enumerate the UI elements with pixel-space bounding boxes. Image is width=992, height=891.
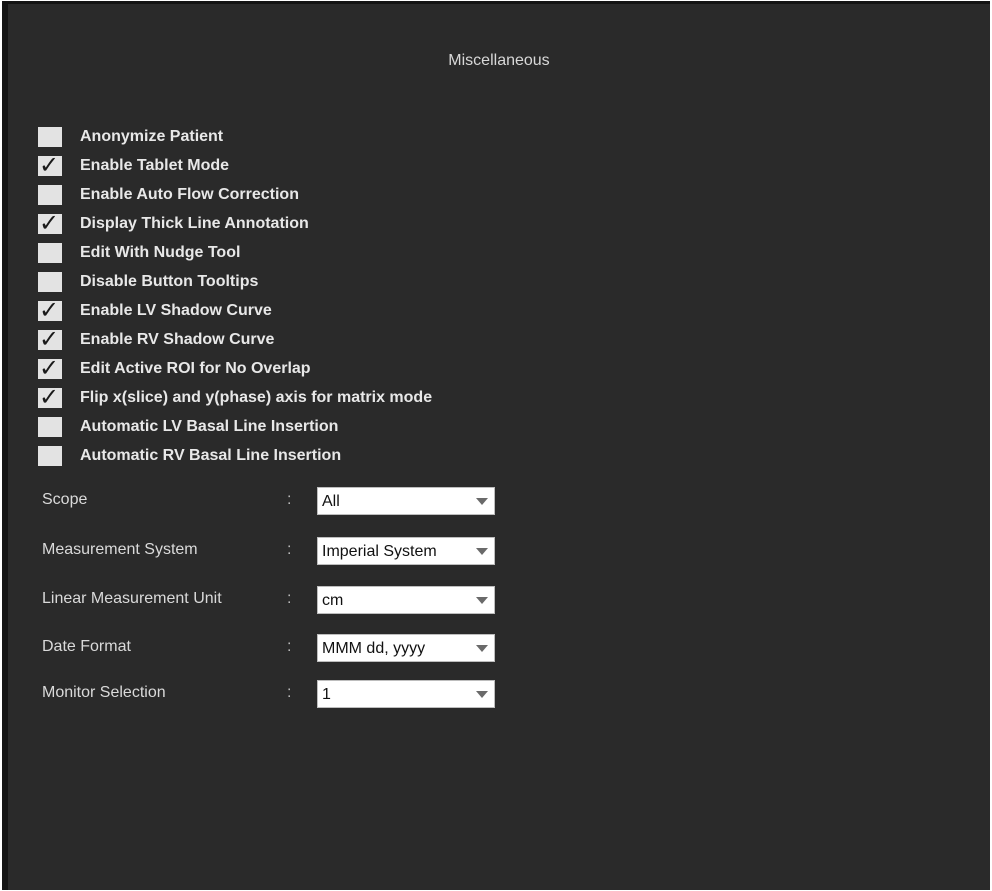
separator: : bbox=[287, 590, 292, 607]
checkbox-flip-axis-matrix-mode[interactable]: ✓ Flip x(slice) and y(phase) axis for ma… bbox=[38, 383, 433, 411]
setting-label: Measurement System bbox=[42, 541, 198, 558]
checkbox-label: Edit Active ROI for No Overlap bbox=[80, 360, 311, 377]
chevron-down-icon[interactable] bbox=[476, 498, 488, 505]
dropdown-value: Imperial System bbox=[322, 543, 437, 560]
monitor-selection-dropdown[interactable]: 1 bbox=[317, 680, 495, 708]
checkbox-box[interactable]: ✓ bbox=[38, 446, 62, 466]
checkbox-box[interactable]: ✓ bbox=[38, 151, 62, 179]
checkbox-label: Enable Tablet Mode bbox=[80, 157, 230, 174]
chevron-down-icon[interactable] bbox=[476, 597, 488, 604]
separator: : bbox=[287, 491, 292, 508]
checkbox-label: Automatic LV Basal Line Insertion bbox=[80, 418, 339, 435]
checkbox-enable-rv-shadow-curve[interactable]: ✓ Enable RV Shadow Curve bbox=[38, 325, 275, 353]
checkbox-box[interactable]: ✓ bbox=[38, 325, 62, 353]
chevron-down-icon[interactable] bbox=[476, 645, 488, 652]
checkmark-icon: ✓ bbox=[39, 296, 60, 324]
separator: : bbox=[287, 638, 292, 655]
dropdown-value: 1 bbox=[322, 686, 331, 703]
checkbox-label: Automatic RV Basal Line Insertion bbox=[80, 447, 342, 464]
checkbox-label: Edit With Nudge Tool bbox=[80, 244, 241, 261]
checkbox-label: Flip x(slice) and y(phase) axis for matr… bbox=[80, 389, 433, 406]
checkmark-icon: ✓ bbox=[39, 151, 60, 179]
setting-label: Date Format bbox=[42, 638, 131, 655]
checkbox-label: Enable Auto Flow Correction bbox=[80, 186, 299, 203]
checkbox-display-thick-line-annotation[interactable]: ✓ Display Thick Line Annotation bbox=[38, 209, 309, 237]
date-format-dropdown[interactable]: MMM dd, yyyy bbox=[317, 634, 495, 662]
scope-dropdown[interactable]: All bbox=[317, 487, 495, 515]
checkbox-label: Enable RV Shadow Curve bbox=[80, 331, 275, 348]
checkbox-box[interactable]: ✓ bbox=[38, 272, 62, 292]
linear-unit-dropdown[interactable]: cm bbox=[317, 586, 495, 614]
checkbox-label: Enable LV Shadow Curve bbox=[80, 302, 272, 319]
checkbox-disable-button-tooltips[interactable]: ✓ Disable Button Tooltips bbox=[38, 270, 258, 294]
checkbox-box[interactable]: ✓ bbox=[38, 209, 62, 237]
checkmark-icon: ✓ bbox=[39, 209, 60, 237]
checkbox-box[interactable]: ✓ bbox=[38, 383, 62, 411]
setting-label: Linear Measurement Unit bbox=[42, 590, 222, 607]
checkmark-icon: ✓ bbox=[39, 325, 60, 353]
checkmark-icon: ✓ bbox=[39, 354, 60, 382]
checkbox-box[interactable]: ✓ bbox=[38, 185, 62, 205]
miscellaneous-panel: Miscellaneous ✓ Anonymize Patient ✓ Enab… bbox=[2, 1, 990, 890]
chevron-down-icon[interactable] bbox=[476, 548, 488, 555]
setting-label: Scope bbox=[42, 491, 88, 508]
checkbox-box[interactable]: ✓ bbox=[38, 354, 62, 382]
checkbox-enable-auto-flow-correction[interactable]: ✓ Enable Auto Flow Correction bbox=[38, 183, 299, 207]
dropdown-value: All bbox=[322, 493, 340, 510]
checkbox-box[interactable]: ✓ bbox=[38, 127, 62, 147]
checkbox-box[interactable]: ✓ bbox=[38, 296, 62, 324]
chevron-down-icon[interactable] bbox=[476, 691, 488, 698]
checkmark-icon: ✓ bbox=[39, 383, 60, 411]
dropdown-value: MMM dd, yyyy bbox=[322, 640, 426, 657]
checkbox-edit-active-roi-no-overlap[interactable]: ✓ Edit Active ROI for No Overlap bbox=[38, 354, 311, 382]
checkbox-anonymize-patient[interactable]: ✓ Anonymize Patient bbox=[38, 125, 223, 149]
checkbox-edit-with-nudge-tool[interactable]: ✓ Edit With Nudge Tool bbox=[38, 241, 240, 265]
checkbox-box[interactable]: ✓ bbox=[38, 417, 62, 437]
checkbox-label: Anonymize Patient bbox=[80, 128, 224, 145]
checkbox-box[interactable]: ✓ bbox=[38, 243, 62, 263]
checkbox-enable-lv-shadow-curve[interactable]: ✓ Enable LV Shadow Curve bbox=[38, 296, 272, 324]
dropdown-value: cm bbox=[322, 592, 344, 609]
checkbox-label: Display Thick Line Annotation bbox=[80, 215, 309, 232]
checkbox-automatic-lv-basal-line[interactable]: ✓ Automatic LV Basal Line Insertion bbox=[38, 415, 338, 439]
checkbox-label: Disable Button Tooltips bbox=[80, 273, 259, 290]
setting-label: Monitor Selection bbox=[42, 684, 166, 701]
separator: : bbox=[287, 541, 292, 558]
measurement-system-dropdown[interactable]: Imperial System bbox=[317, 537, 495, 565]
checkbox-automatic-rv-basal-line[interactable]: ✓ Automatic RV Basal Line Insertion bbox=[38, 444, 341, 468]
checkbox-enable-tablet-mode[interactable]: ✓ Enable Tablet Mode bbox=[38, 151, 230, 179]
panel-title: Miscellaneous bbox=[448, 52, 550, 69]
separator: : bbox=[287, 684, 292, 701]
